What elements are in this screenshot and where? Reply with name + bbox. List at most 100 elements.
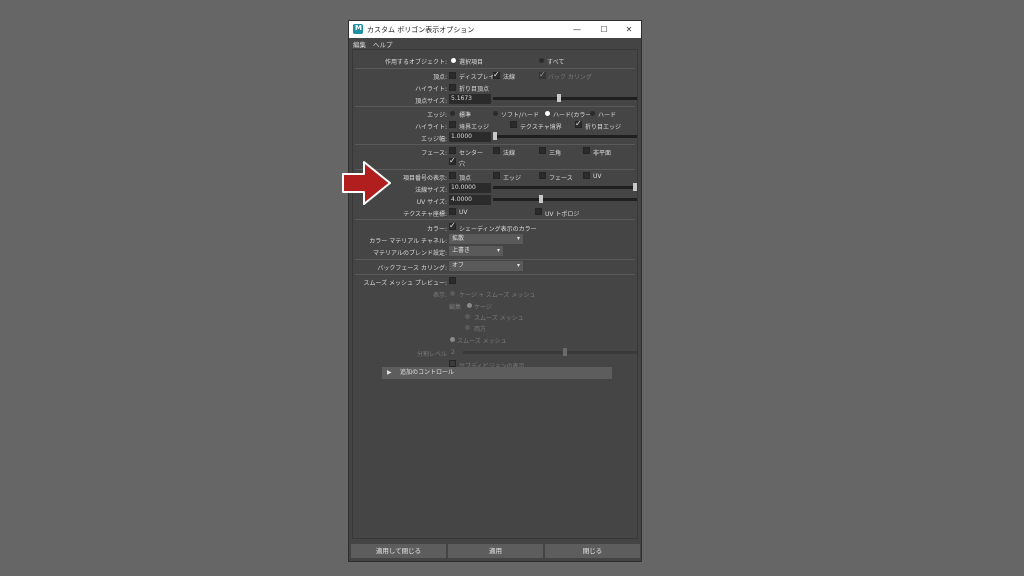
face-triangle-label: 三角 xyxy=(549,150,562,157)
edit-smooth-radio[interactable] xyxy=(465,314,470,319)
edge-hard-label: ハード xyxy=(598,112,617,119)
minimize-icon[interactable]: — xyxy=(567,23,587,36)
chevron-down-icon: ▾ xyxy=(516,235,520,242)
vertex-display-checkbox[interactable] xyxy=(449,72,456,79)
face-hole-label: 穴 xyxy=(459,161,466,168)
close-button[interactable]: 閉じる xyxy=(545,544,640,558)
crease-edge-label: 折り目エッジ xyxy=(585,124,622,131)
texcoord-label: テクスチャ座標: xyxy=(403,211,447,218)
edit-smooth-label: スムーズ メッシュ xyxy=(474,315,524,322)
division-level-slider[interactable] xyxy=(463,351,637,354)
target-selected-radio[interactable] xyxy=(451,58,456,63)
face-center-checkbox[interactable] xyxy=(449,147,456,154)
chevron-down-icon: ▾ xyxy=(516,262,520,269)
edge-width-field[interactable]: 1.0000 xyxy=(449,132,491,142)
number-face-checkbox[interactable] xyxy=(539,172,546,179)
vertex-normal-checkbox[interactable] xyxy=(493,70,500,79)
face-nonplanar-checkbox[interactable] xyxy=(583,147,590,154)
division-level-slider-handle[interactable] xyxy=(563,348,567,356)
edge-hard-radio[interactable] xyxy=(590,111,595,116)
maximize-icon[interactable]: ☐ xyxy=(594,23,614,36)
subdiv-display-checkbox[interactable] xyxy=(449,360,456,367)
smooth-preview-checkbox[interactable] xyxy=(449,277,456,284)
vertex-size-slider[interactable] xyxy=(493,97,637,100)
expand-triangle-icon: ▶ xyxy=(387,369,392,376)
edge-softhard-radio[interactable] xyxy=(493,111,498,116)
vertex-size-slider-handle[interactable] xyxy=(557,94,561,102)
smooth-display-label: 表示: xyxy=(432,292,447,299)
color-channel-value: 拡散 xyxy=(452,235,465,242)
target-all-radio[interactable] xyxy=(539,58,544,63)
red-arrow-icon xyxy=(342,161,391,205)
division-level-label: 分割レベル xyxy=(416,351,447,358)
smooth-preview-label: スムーズ メッシュ プレビュー: xyxy=(363,280,447,287)
color-label: カラー: xyxy=(426,226,447,233)
apply-and-close-button[interactable]: 適用して閉じる xyxy=(351,544,446,558)
backface-culling-value: オフ xyxy=(452,262,465,269)
face-nonplanar-label: 非平面 xyxy=(593,150,612,157)
additional-controls-section[interactable]: ▶ 追加のコントロール xyxy=(382,367,612,379)
color-channel-dropdown[interactable]: 拡散 ▾ xyxy=(449,234,523,244)
crease-edge-checkbox[interactable] xyxy=(575,119,582,128)
normal-size-slider-handle[interactable] xyxy=(633,183,637,191)
number-edge-checkbox[interactable] xyxy=(493,172,500,179)
divider xyxy=(355,259,635,260)
normal-size-field[interactable]: 10.0000 xyxy=(449,183,491,193)
vertex-backface-label: バック カリング xyxy=(548,74,592,81)
fold-vertex-checkbox[interactable] xyxy=(449,84,456,91)
uv-size-slider[interactable] xyxy=(493,198,637,201)
faces-label: フェース: xyxy=(421,150,447,157)
shaded-color-checkbox[interactable] xyxy=(449,221,456,230)
custom-polygon-display-dialog: カスタム ポリゴン表示オプション — ☐ ✕ 編集 ヘルプ 作用するオブジェクト… xyxy=(348,20,642,562)
smooth-mesh-label: スムーズ メッシュ xyxy=(457,338,507,345)
edge-softhard-label: ソフト/ハード xyxy=(501,112,540,119)
edit-cage-label: ケージ xyxy=(474,304,492,311)
normal-size-slider[interactable] xyxy=(493,186,637,189)
backface-culling-dropdown[interactable]: オフ ▾ xyxy=(449,261,523,271)
edit-both-label: 両方 xyxy=(474,326,487,333)
maya-app-icon xyxy=(353,24,363,34)
vertex-backface-checkbox[interactable] xyxy=(539,70,546,79)
number-vertex-checkbox[interactable] xyxy=(449,172,456,179)
texture-border-label: テクスチャ境界 xyxy=(520,124,562,131)
vertex-size-label: 頂点サイズ: xyxy=(415,98,447,105)
texcoord-uv-label: UV xyxy=(459,209,468,216)
numbering-label: 項目番号の表示: xyxy=(402,175,447,182)
number-face-label: フェース xyxy=(549,175,573,182)
edge-width-slider-handle[interactable] xyxy=(493,132,497,140)
divider xyxy=(355,274,635,275)
color-channel-label: カラー マテリアル チャネル: xyxy=(369,238,447,245)
smooth-mesh-radio[interactable] xyxy=(450,337,455,342)
edge-width-slider[interactable] xyxy=(493,135,637,138)
additional-controls-label: 追加のコントロール xyxy=(400,369,455,376)
uv-size-slider-handle[interactable] xyxy=(539,195,543,203)
face-normal-checkbox[interactable] xyxy=(493,147,500,154)
edges-label: エッジ: xyxy=(426,112,447,119)
menu-edit[interactable]: 編集 xyxy=(353,39,366,49)
number-uv-label: UV xyxy=(593,173,602,180)
texcoord-uv-checkbox[interactable] xyxy=(449,208,456,215)
window-title: カスタム ポリゴン表示オプション xyxy=(367,26,475,34)
blend-dropdown[interactable]: 上書き ▾ xyxy=(449,246,503,256)
edge-hardcolor-radio[interactable] xyxy=(545,111,550,116)
edge-standard-radio[interactable] xyxy=(450,111,455,116)
texture-border-checkbox[interactable] xyxy=(510,121,517,128)
vertex-highlight-label: ハイライト: xyxy=(415,86,447,93)
edge-hardcolor-label: ハード(カラー xyxy=(553,112,592,119)
vertex-normal-label: 法線 xyxy=(503,74,516,81)
apply-button[interactable]: 適用 xyxy=(448,544,543,558)
close-icon[interactable]: ✕ xyxy=(619,23,639,36)
border-edge-checkbox[interactable] xyxy=(449,121,456,128)
edit-cage-radio[interactable] xyxy=(467,303,472,308)
vertex-size-field[interactable]: 5.1673 xyxy=(449,94,491,104)
menu-help[interactable]: ヘルプ xyxy=(373,39,393,49)
vertex-display-label: ディスプレイ xyxy=(459,74,495,81)
face-hole-checkbox[interactable] xyxy=(449,156,456,165)
cage-plus-smooth-radio[interactable] xyxy=(450,291,455,296)
face-triangle-checkbox[interactable] xyxy=(539,147,546,154)
edit-both-radio[interactable] xyxy=(465,325,470,330)
number-uv-checkbox[interactable] xyxy=(583,172,590,179)
number-edge-label: エッジ xyxy=(503,175,522,182)
uv-size-field[interactable]: 4.0000 xyxy=(449,195,491,205)
uv-topology-checkbox[interactable] xyxy=(535,208,542,215)
